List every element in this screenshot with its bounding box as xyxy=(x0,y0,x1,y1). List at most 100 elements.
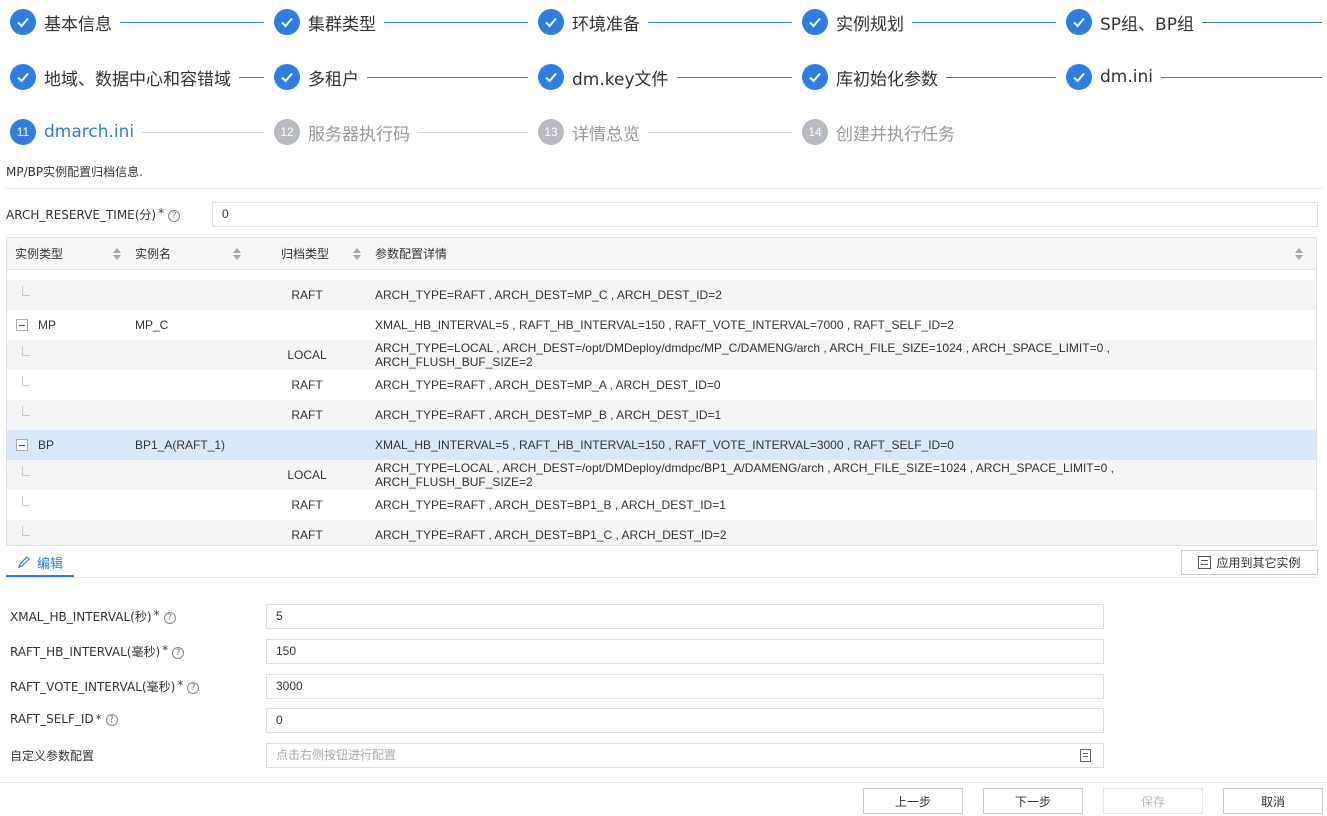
next-button[interactable]: 下一步 xyxy=(983,788,1083,814)
tree-line-icon xyxy=(22,376,30,386)
check-icon xyxy=(274,64,300,90)
column-header-instance-name[interactable]: 实例名 xyxy=(127,238,247,270)
column-header-detail[interactable]: 参数配置详情 xyxy=(367,238,1309,270)
raft-self-id-input[interactable]: 0 xyxy=(266,708,1104,733)
step-5[interactable]: SP组、BP组 xyxy=(1066,2,1322,42)
cell-detail: ARCH_TYPE=LOCAL , ARCH_DEST=/opt/DMDeplo… xyxy=(375,460,1114,490)
check-icon xyxy=(1066,64,1092,90)
step-12[interactable]: 12 服务器执行码 xyxy=(274,112,528,152)
collapse-icon[interactable] xyxy=(16,439,28,451)
tree-line-icon xyxy=(22,496,30,506)
step-connector xyxy=(142,131,264,133)
table-row[interactable]: MP MP_C XMAL_HB_INTERVAL=5 , RAFT_HB_INT… xyxy=(7,310,1316,340)
form-row-custom-params: 自定义参数配置 点击右侧按钮进行配置 xyxy=(10,743,1104,768)
config-picker-icon[interactable] xyxy=(1080,749,1091,762)
cell-detail-line: ARCH_FLUSH_BUF_SIZE=2 xyxy=(375,355,533,369)
pencil-icon xyxy=(18,556,30,568)
table-row[interactable]: RAFT ARCH_TYPE=RAFT , ARCH_DEST=BP1_B , … xyxy=(7,490,1316,520)
step-14[interactable]: 14 创建并执行任务 xyxy=(802,112,1056,152)
step-2[interactable]: 集群类型 xyxy=(274,2,528,42)
tree-line-icon xyxy=(22,286,30,296)
divider xyxy=(6,188,1323,189)
step-label: 多租户 xyxy=(308,69,359,90)
sort-icon[interactable] xyxy=(233,248,241,260)
step-connector xyxy=(912,21,1056,23)
custom-params-label: 自定义参数配置 xyxy=(10,749,95,763)
collapse-icon[interactable] xyxy=(16,319,28,331)
required-mark: * xyxy=(158,206,165,220)
column-header-arch-type[interactable]: 归档类型 xyxy=(247,238,367,270)
step-1[interactable]: 基本信息 xyxy=(10,2,264,42)
step-7[interactable]: 多租户 xyxy=(274,57,528,97)
table-row[interactable]: LOCAL ARCH_TYPE=LOCAL , ARCH_DEST=/opt/D… xyxy=(7,460,1316,490)
divider xyxy=(6,577,1317,578)
column-header-label: 归档类型 xyxy=(281,247,330,261)
help-icon[interactable]: ? xyxy=(168,209,181,222)
raft-hb-interval-input[interactable]: 150 xyxy=(266,639,1104,664)
raft-self-id-label: RAFT_SELF_ID *? xyxy=(10,712,118,726)
step-connector xyxy=(120,21,264,23)
step-6[interactable]: 地域、数据中心和容错域 xyxy=(10,57,264,97)
check-icon xyxy=(10,9,36,35)
custom-params-input[interactable]: 点击右侧按钮进行配置 xyxy=(266,743,1104,768)
tree-line-icon xyxy=(22,526,30,536)
cell-detail: ARCH_TYPE=RAFT , ARCH_DEST=MP_C , ARCH_D… xyxy=(375,288,722,302)
step-number: 11 xyxy=(10,119,36,145)
sort-icon[interactable] xyxy=(353,248,361,260)
step-number: 12 xyxy=(274,119,300,145)
check-icon xyxy=(274,9,300,35)
label-text: XMAL_HB_INTERVAL(秒) xyxy=(10,610,152,624)
tab-edit[interactable]: 编辑 xyxy=(6,549,74,577)
step-number: 14 xyxy=(802,119,828,145)
sort-icon[interactable] xyxy=(1295,248,1303,260)
footer-divider xyxy=(0,782,1327,783)
prev-button[interactable]: 上一步 xyxy=(863,788,963,814)
required-mark: * xyxy=(153,608,160,622)
table-row[interactable]: RAFT ARCH_TYPE=RAFT , ARCH_DEST=MP_B , A… xyxy=(7,400,1316,430)
raft-vote-interval-input[interactable]: 3000 xyxy=(266,674,1104,699)
help-icon[interactable]: ? xyxy=(163,611,176,624)
step-13[interactable]: 13 详情总览 xyxy=(538,112,792,152)
cancel-button[interactable]: 取消 xyxy=(1223,788,1323,814)
apply-to-other-instances-button[interactable]: 应用到其它实例 xyxy=(1181,550,1318,575)
cell-detail: ARCH_TYPE=LOCAL , ARCH_DEST=/opt/DMDeplo… xyxy=(375,340,1110,370)
cell-detail-line: ARCH_TYPE=LOCAL , ARCH_DEST=/opt/DMDeplo… xyxy=(375,341,1110,355)
column-header-instance-type[interactable]: 实例类型 xyxy=(7,238,127,270)
sort-icon[interactable] xyxy=(113,248,121,260)
help-icon[interactable]: ? xyxy=(105,713,118,726)
step-label: 基本信息 xyxy=(44,14,112,35)
step-9[interactable]: 库初始化参数 xyxy=(802,57,1056,97)
cell-arch-type: RAFT xyxy=(291,288,323,302)
table-row-selected[interactable]: BP BP1_A(RAFT_1) XMAL_HB_INTERVAL=5 , RA… xyxy=(7,430,1316,460)
cell-arch-type: RAFT xyxy=(291,378,323,392)
help-icon[interactable]: ? xyxy=(172,646,185,659)
xmal-hb-interval-input[interactable]: 5 xyxy=(266,604,1104,629)
arch-reserve-input[interactable]: 0 xyxy=(212,202,1318,227)
step-connector xyxy=(418,131,528,133)
step-10[interactable]: dm.ini xyxy=(1066,57,1322,97)
form-row-raft-vote-interval: RAFT_VOTE_INTERVAL(毫秒) *? 3000 xyxy=(10,674,1104,699)
form-row-raft-self-id: RAFT_SELF_ID *? 0 xyxy=(10,708,1104,733)
step-label: 详情总览 xyxy=(572,124,640,145)
raft-hb-interval-label: RAFT_HB_INTERVAL(毫秒) *? xyxy=(10,643,185,660)
step-connector xyxy=(1160,76,1322,78)
table-row[interactable]: RAFT ARCH_TYPE=RAFT , ARCH_DEST=BP1_C , … xyxy=(7,520,1316,545)
help-icon[interactable]: ? xyxy=(187,681,200,694)
step-3[interactable]: 环境准备 xyxy=(538,2,792,42)
save-button[interactable]: 保存 xyxy=(1103,788,1203,814)
table-row[interactable]: RAFT ARCH_TYPE=RAFT , ARCH_DEST=MP_A , A… xyxy=(7,370,1316,400)
cell-arch-type: RAFT xyxy=(291,528,323,542)
step-8[interactable]: dm.key文件 xyxy=(538,57,792,97)
steps-row-2: 地域、数据中心和容错域 多租户 dm.key文件 库初始化参数 dm.ini xyxy=(0,57,1327,97)
table-row[interactable]: RAFT ARCH_TYPE=RAFT , ARCH_DEST=MP_C , A… xyxy=(7,280,1316,310)
cell-arch-type: RAFT xyxy=(291,498,323,512)
step-4[interactable]: 实例规划 xyxy=(802,2,1056,42)
step-11[interactable]: 11 dmarch.ini xyxy=(10,112,264,152)
apply-icon xyxy=(1198,556,1212,569)
raft-vote-interval-label: RAFT_VOTE_INTERVAL(毫秒) *? xyxy=(10,678,200,695)
arch-reserve-label-text: ARCH_RESERVE_TIME(分) xyxy=(6,208,157,222)
cell-arch-type: LOCAL xyxy=(287,348,327,362)
table-row[interactable]: LOCAL ARCH_TYPE=LOCAL , ARCH_DEST=/opt/D… xyxy=(7,340,1316,370)
steps-row-1: 基本信息 集群类型 环境准备 实例规划 SP组、BP组 xyxy=(0,2,1327,42)
cell-arch-type: LOCAL xyxy=(287,468,327,482)
